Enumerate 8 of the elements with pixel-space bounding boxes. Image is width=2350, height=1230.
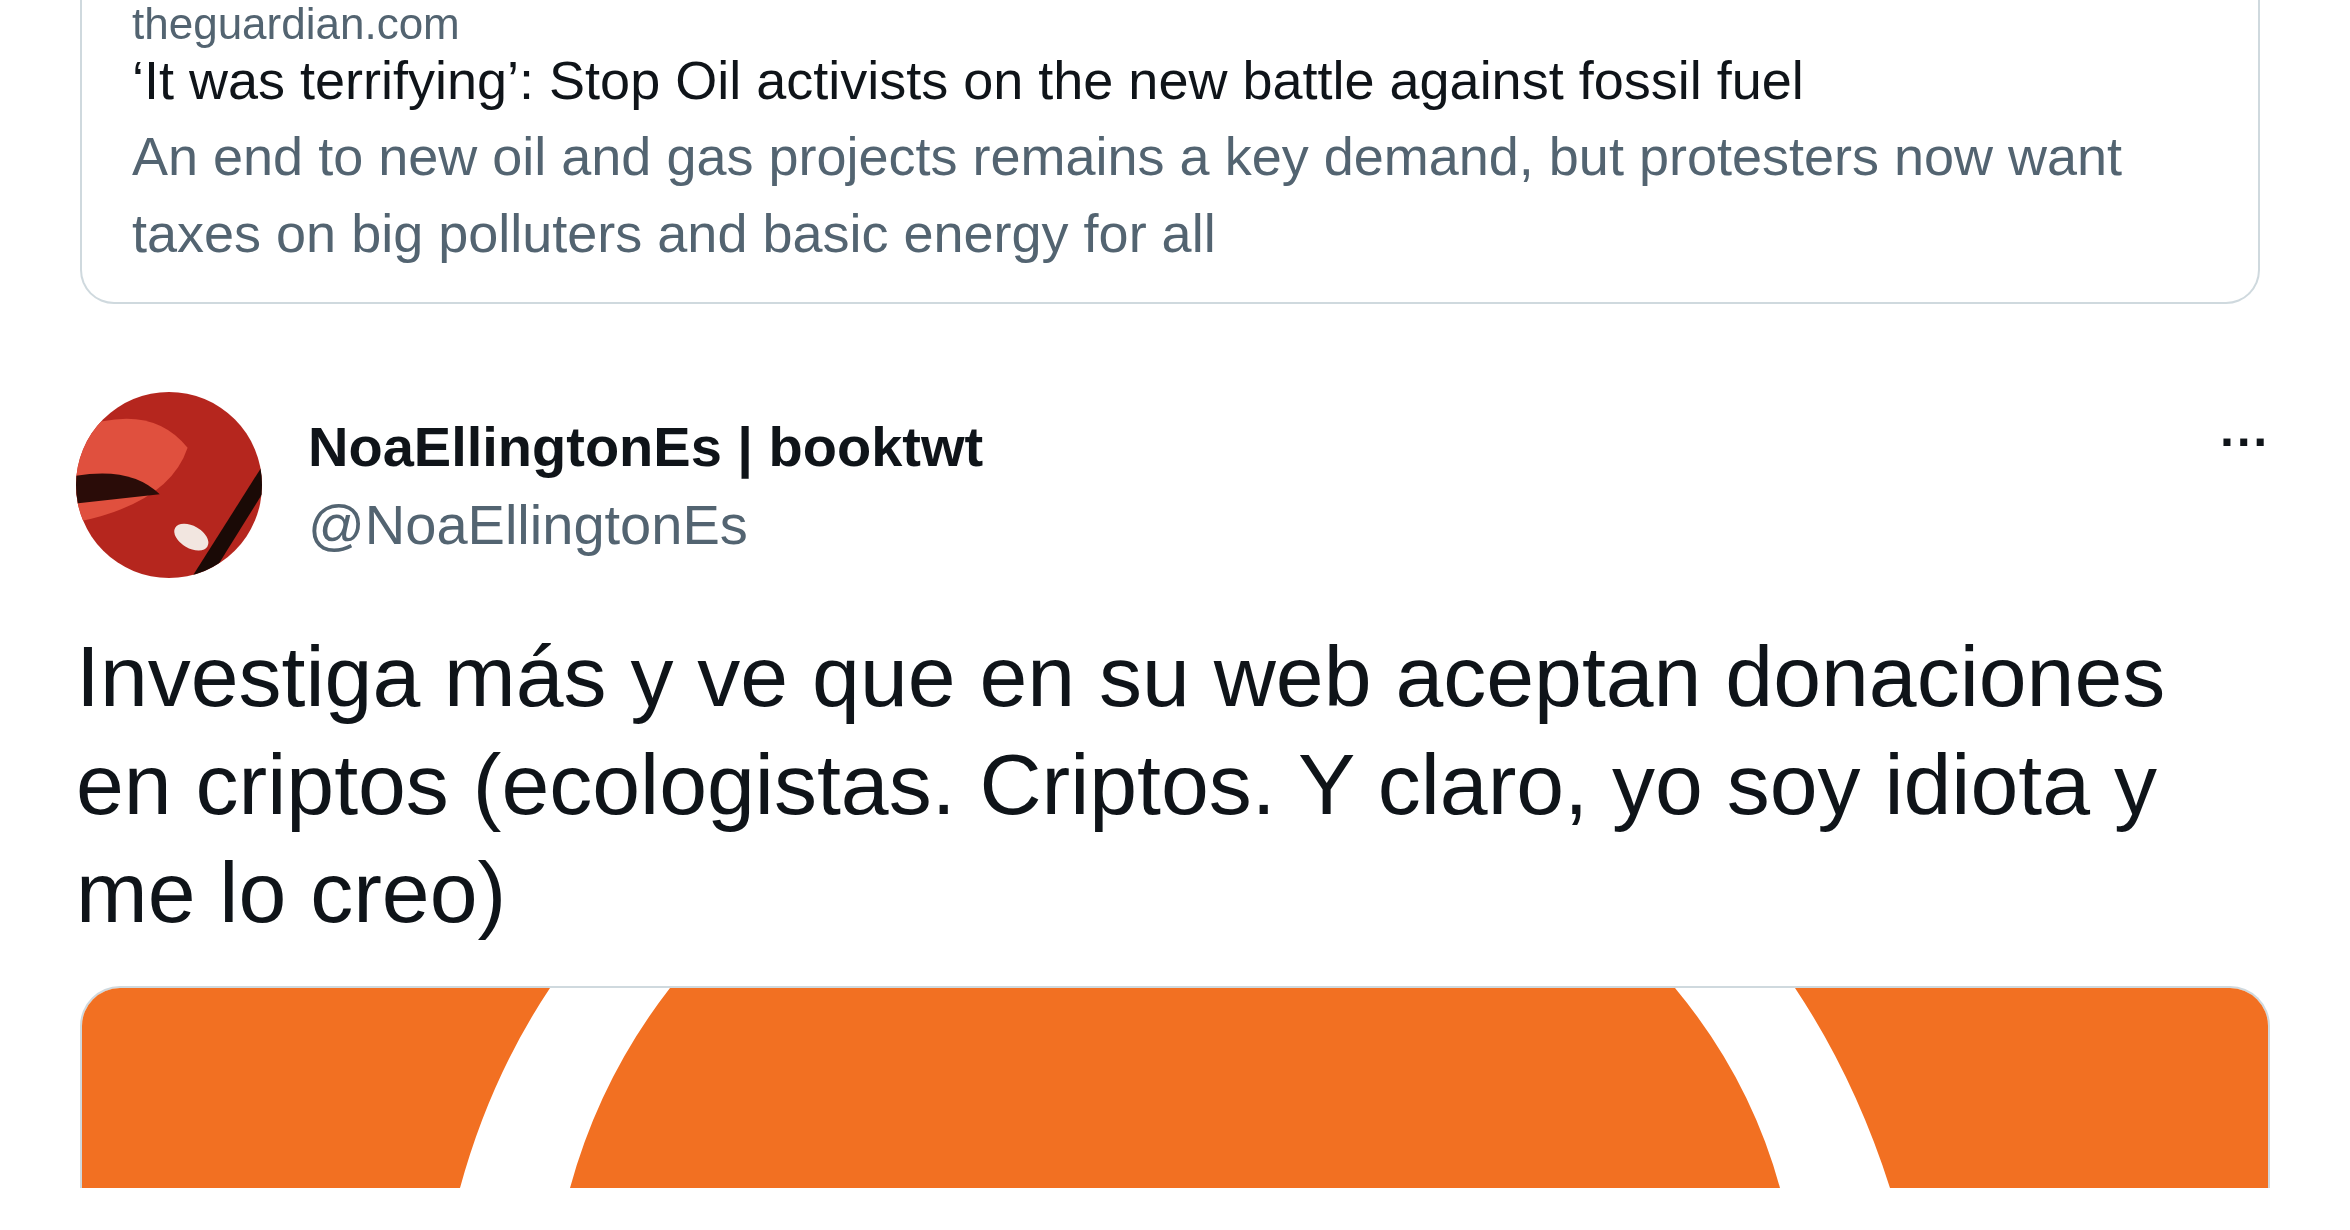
link-domain: theguardian.com — [132, 0, 461, 48]
user-handle[interactable]: @NoaEllingtonEs — [308, 490, 2221, 560]
link-title: ‘It was terrifying’: Stop Oil activists on the new battle against fossil fuel — [132, 49, 1805, 112]
link-description: An end to new oil and gas projects remains a key demand, but protesters now want taxes on big polluters and basic energy for all — [132, 125, 2124, 265]
display-name[interactable]: NoaEllingtonEs | booktwt — [308, 412, 2221, 482]
more-options-button[interactable]: ··· — [2220, 422, 2270, 462]
tweet-text: Investiga más y ve que en su web aceptan donaciones en criptos (ecologistas. Criptos. Y claro, yo soy idiota y me lo creo) — [76, 627, 2167, 942]
link-card[interactable] — [80, 0, 2260, 304]
